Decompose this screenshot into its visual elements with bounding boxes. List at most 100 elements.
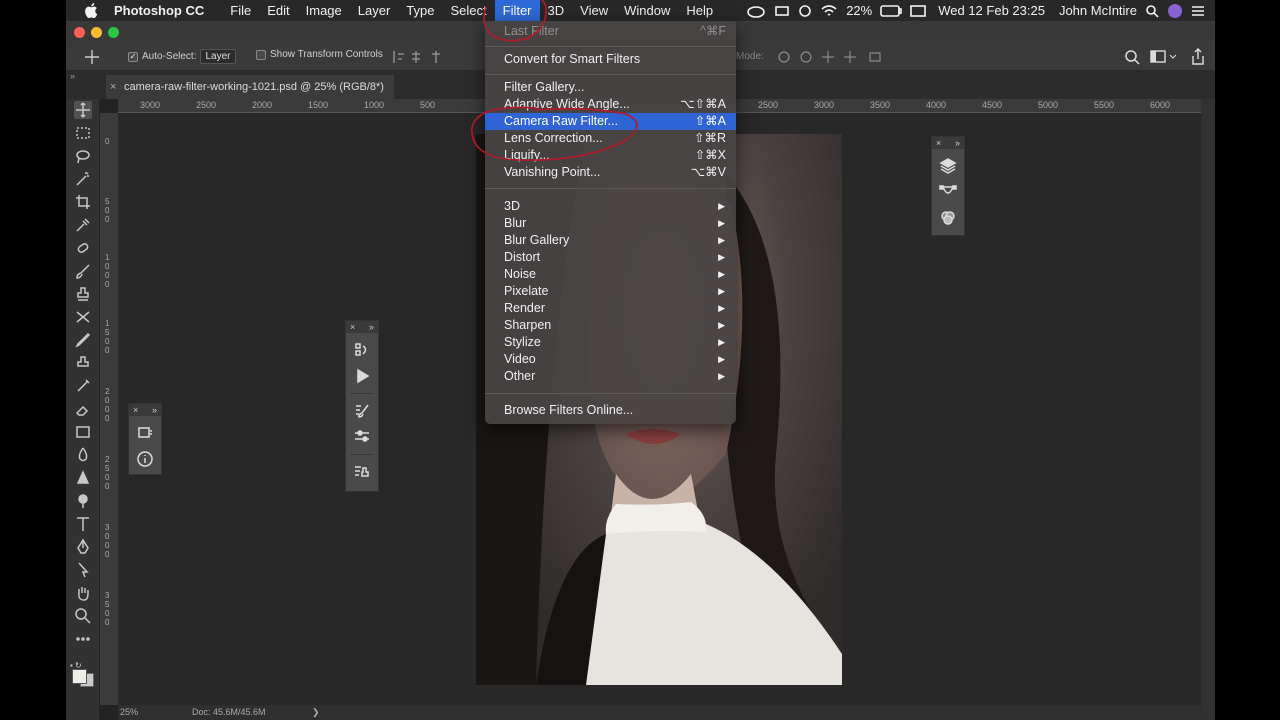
layers-icon[interactable] (939, 157, 957, 175)
hand-tool-icon[interactable] (74, 584, 92, 602)
dodge-burn-tool-icon[interactable] (74, 492, 92, 510)
notification-center-icon[interactable] (1191, 5, 1205, 17)
share-icon[interactable] (1190, 48, 1206, 66)
close-panel-icon[interactable]: × (936, 137, 941, 149)
expand-panel-icon[interactable]: » (152, 404, 157, 416)
properties-icon[interactable] (136, 424, 154, 442)
menu-help[interactable]: Help (678, 0, 721, 21)
menu-item-distort[interactable]: Distort ▶ (485, 249, 736, 266)
eyedropper-tool-icon[interactable] (74, 216, 92, 234)
menu-window[interactable]: Window (616, 0, 678, 21)
menu-item-browse-filters-online[interactable]: Browse Filters Online... (485, 402, 736, 419)
search-icon[interactable] (1124, 49, 1140, 65)
close-document-icon[interactable]: × (110, 75, 116, 99)
auto-select-dropdown[interactable]: Layer (200, 49, 236, 64)
zoom-level[interactable]: 25% (120, 707, 138, 717)
spot-healing-tool-icon[interactable] (74, 239, 92, 257)
siri-icon[interactable] (1167, 3, 1183, 19)
marquee-tool-icon[interactable] (74, 124, 92, 142)
menu-item-3d[interactable]: 3D ▶ (485, 198, 736, 215)
menu-item-blur[interactable]: Blur ▶ (485, 215, 736, 232)
zoom-tool-icon[interactable] (74, 607, 92, 625)
clone-source-icon[interactable] (353, 463, 371, 481)
adjustment-sliders-icon[interactable] (353, 428, 371, 446)
menu-image[interactable]: Image (298, 0, 350, 21)
menu-filter[interactable]: Filter (494, 0, 540, 21)
menu-select[interactable]: Select (442, 0, 494, 21)
sync-icon[interactable] (798, 4, 812, 18)
wifi-icon[interactable] (820, 4, 838, 18)
menu-item-filter-gallery[interactable]: Filter Gallery... (485, 79, 736, 96)
align-icons[interactable] (392, 50, 452, 64)
battery-icon[interactable] (880, 4, 903, 17)
eraser-tool-icon[interactable] (74, 400, 92, 418)
menu-item-pixelate[interactable]: Pixelate ▶ (485, 283, 736, 300)
menu-item-last-filter[interactable]: Last Filter ^⌘F (485, 23, 736, 40)
move-tool-icon[interactable] (74, 101, 92, 119)
creative-cloud-icon[interactable] (746, 4, 766, 18)
user-name[interactable]: John McIntire (1059, 3, 1137, 18)
expand-panel-icon[interactable]: » (369, 321, 374, 333)
channels-icon[interactable] (939, 209, 957, 227)
clock[interactable]: Wed 12 Feb 23:25 (938, 3, 1045, 18)
lasso-tool-icon[interactable] (74, 147, 92, 165)
path-selection-tool-icon[interactable] (74, 561, 92, 579)
clone-stamp-tool-icon[interactable] (74, 285, 92, 303)
brush-settings-icon[interactable] (353, 402, 371, 420)
auto-select-checkbox[interactable]: ✓ (128, 51, 138, 62)
expand-panel-icon[interactable]: » (955, 137, 960, 149)
pencil-tool-icon[interactable] (74, 331, 92, 349)
app-name-menu[interactable]: Photoshop CC (114, 3, 204, 18)
menu-item-blur-gallery[interactable]: Blur Gallery ▶ (485, 232, 736, 249)
close-window-button[interactable] (74, 27, 85, 38)
workspace-icon[interactable] (1150, 49, 1178, 65)
menu-item-convert-smart-filters[interactable]: Convert for Smart Filters (485, 51, 736, 68)
stamp-tool-icon[interactable] (74, 354, 92, 372)
zoom-window-button[interactable] (108, 27, 119, 38)
minimize-window-button[interactable] (91, 27, 102, 38)
menu-item-noise[interactable]: Noise ▶ (485, 266, 736, 283)
menu-item-adaptive-wide-angle[interactable]: Adaptive Wide Angle... ⌥⇧⌘A (485, 96, 736, 113)
document-size[interactable]: Doc: 45.6M/45.6M (192, 707, 266, 717)
magic-wand-tool-icon[interactable] (74, 170, 92, 188)
menu-item-other[interactable]: Other ▶ (485, 368, 736, 385)
display-icon[interactable] (910, 4, 927, 17)
close-panel-icon[interactable]: × (133, 404, 138, 416)
type-tool-icon[interactable] (74, 515, 92, 533)
paths-icon[interactable] (939, 183, 957, 201)
vertical-ruler[interactable]: 0 5 0 0 1 0 0 0 1 5 0 0 2 0 0 0 2 5 0 0 … (100, 113, 118, 705)
menu-item-camera-raw-filter[interactable]: Camera Raw Filter... ⇧⌘A (485, 113, 736, 130)
menu-view[interactable]: View (572, 0, 616, 21)
status-menu-arrow-icon[interactable]: ❯ (312, 707, 320, 718)
drive-icon[interactable] (774, 4, 790, 18)
blur-tool-icon[interactable] (74, 446, 92, 464)
menu-item-sharpen[interactable]: Sharpen ▶ (485, 317, 736, 334)
crop-tool-icon[interactable] (74, 193, 92, 211)
menu-item-vanishing-point[interactable]: Vanishing Point... ⌥⌘V (485, 164, 736, 181)
history-icon[interactable] (353, 341, 371, 359)
spotlight-search-icon[interactable] (1145, 4, 1159, 18)
menu-item-render[interactable]: Render ▶ (485, 300, 736, 317)
menu-item-lens-correction[interactable]: Lens Correction... ⇧⌘R (485, 130, 736, 147)
dodge-tool-icon[interactable] (74, 469, 92, 487)
menu-item-liquify[interactable]: Liquify... ⇧⌘X (485, 147, 736, 164)
menu-3d[interactable]: 3D (540, 0, 573, 21)
close-panel-icon[interactable]: × (350, 321, 355, 333)
art-history-tool-icon[interactable] (74, 377, 92, 395)
history-brush-tool-icon[interactable] (74, 308, 92, 326)
actions-play-icon[interactable] (353, 367, 371, 385)
more-tools-icon[interactable] (74, 630, 92, 648)
brush-tool-icon[interactable] (74, 262, 92, 280)
gradient-tool-icon[interactable] (74, 423, 92, 441)
info-icon[interactable] (136, 450, 154, 468)
apple-logo-icon[interactable] (84, 3, 98, 18)
foreground-background-color-icon[interactable]: ▪ ↻ (70, 661, 96, 687)
document-tab[interactable]: × camera-raw-filter-working-1021.psd @ 2… (106, 75, 394, 99)
move-tool-preset-icon[interactable] (84, 49, 100, 65)
pen-tool-icon[interactable] (74, 538, 92, 556)
menu-layer[interactable]: Layer (350, 0, 399, 21)
menu-item-video[interactable]: Video ▶ (485, 351, 736, 368)
panel-collapse-icon[interactable]: » (70, 71, 75, 81)
3d-mode-icons[interactable] (776, 49, 886, 65)
menu-item-stylize[interactable]: Stylize ▶ (485, 334, 736, 351)
